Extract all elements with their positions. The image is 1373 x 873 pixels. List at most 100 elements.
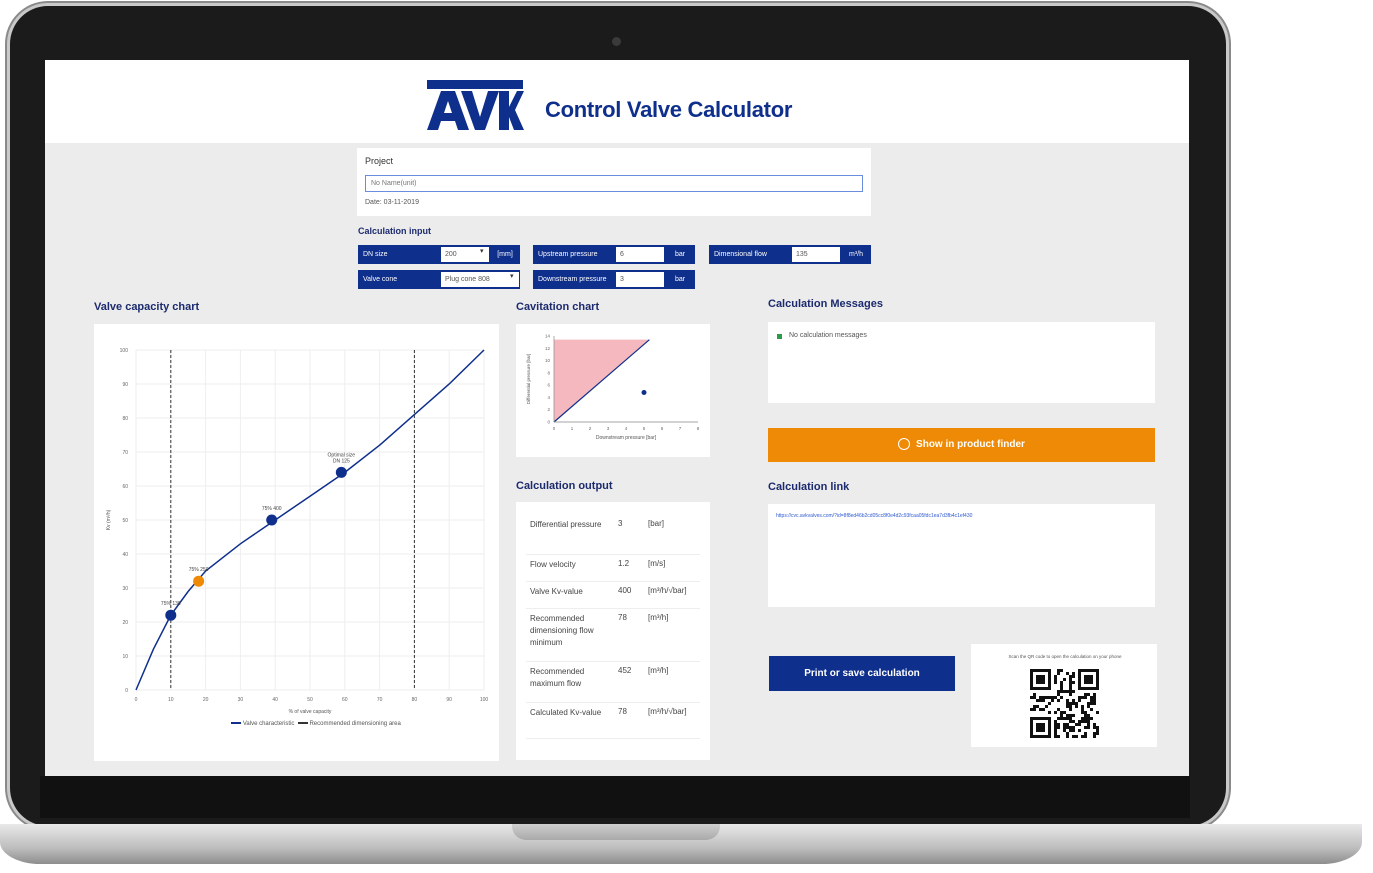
cav-chart-card: 0 1 2 3 4 5 6 7 8 0 2 4 6 8 10 12 14 Downstream pressure … bbox=[516, 324, 710, 457]
qr-module bbox=[1093, 732, 1096, 735]
qr-module bbox=[1063, 729, 1066, 732]
x-tick-label: 6 bbox=[661, 426, 664, 431]
calc-link-url[interactable]: https://cvc.avkvalves.com/?id=8f8ed46b2c… bbox=[776, 513, 1146, 519]
valve-cone-group: Valve cone Plug cone 808 ▾ bbox=[358, 270, 520, 289]
qr-module bbox=[1060, 696, 1063, 699]
qr-module bbox=[1030, 696, 1033, 699]
output-unit: [bar] bbox=[648, 519, 665, 528]
qr-module bbox=[1072, 681, 1075, 684]
qr-module bbox=[1081, 696, 1084, 699]
app-header: Control Valve Calculator bbox=[45, 60, 1189, 143]
qr-code-icon[interactable] bbox=[1030, 669, 1099, 738]
qr-module bbox=[1087, 705, 1090, 708]
qr-module bbox=[1060, 690, 1063, 693]
qr-module bbox=[1072, 720, 1075, 723]
qr-module bbox=[1090, 699, 1093, 702]
messages-card: No calculation messages bbox=[768, 322, 1155, 403]
qr-module bbox=[1039, 696, 1042, 699]
legend-dashed-icon bbox=[297, 722, 308, 725]
output-name: Differential pressure bbox=[530, 520, 602, 529]
output-value: 400 bbox=[618, 586, 632, 595]
upstream-label: Upstream pressure bbox=[533, 246, 615, 263]
laptop-notch bbox=[512, 824, 720, 840]
x-tick-label: 0 bbox=[553, 426, 556, 431]
valve-chart-legend: Valve characteristic Recommended dimensi… bbox=[196, 721, 436, 727]
qr-module bbox=[1069, 690, 1072, 693]
qr-module bbox=[1072, 729, 1075, 732]
qr-module bbox=[1093, 696, 1096, 699]
messages-title: Calculation Messages bbox=[768, 298, 883, 310]
qr-module bbox=[1093, 699, 1096, 702]
cav-chart-title: Cavitation chart bbox=[516, 301, 600, 313]
qr-module bbox=[1093, 693, 1096, 696]
operating-point bbox=[335, 466, 347, 478]
qr-module bbox=[1054, 723, 1057, 726]
print-save-button[interactable]: Print or save calculation bbox=[769, 656, 955, 691]
project-name-input[interactable]: No Name(unit) bbox=[365, 175, 863, 192]
x-tick-label: 40 bbox=[272, 697, 278, 703]
qr-module bbox=[1069, 714, 1072, 717]
chevron-down-icon: ▾ bbox=[480, 248, 484, 255]
product-finder-label: Show in product finder bbox=[916, 439, 1025, 450]
x-tick-label: 30 bbox=[238, 697, 244, 703]
downstream-input[interactable]: 3 bbox=[616, 272, 664, 287]
qr-module bbox=[1081, 717, 1084, 720]
output-name: Recommended maximum flow bbox=[530, 667, 585, 688]
flow-input[interactable]: 135 bbox=[792, 247, 840, 262]
dn-size-label: DN size bbox=[358, 246, 440, 263]
qr-module bbox=[1054, 678, 1057, 681]
qr-module bbox=[1057, 672, 1060, 675]
qr-module bbox=[1036, 705, 1039, 708]
y-axis-label: Kv (m³/h) bbox=[106, 509, 112, 530]
qr-module bbox=[1093, 723, 1096, 726]
qr-instruction: Scan the QR code to open the calculation… bbox=[1008, 654, 1122, 659]
calc-output-title: Calculation output bbox=[516, 480, 613, 492]
qr-module bbox=[1054, 732, 1057, 735]
valve-capacity-chart: 0 10 20 30 40 50 60 70 80 90 100 0 10 20 30 40 50 60 70 80 9… bbox=[106, 348, 488, 715]
qr-module bbox=[1081, 711, 1084, 714]
qr-module bbox=[1051, 699, 1054, 702]
output-value: 452 bbox=[618, 666, 632, 675]
qr-module bbox=[1072, 726, 1075, 729]
qr-module bbox=[1033, 696, 1036, 699]
qr-module bbox=[1033, 705, 1036, 708]
point-label: 75% 130 bbox=[161, 601, 181, 607]
qr-module bbox=[1069, 705, 1072, 708]
y-tick-label: 0 bbox=[125, 688, 128, 694]
output-unit: [m³/h/√bar] bbox=[648, 707, 687, 716]
qr-module bbox=[1054, 729, 1057, 732]
qr-module bbox=[1084, 714, 1087, 717]
qr-module bbox=[1048, 711, 1051, 714]
qr-module bbox=[1072, 699, 1075, 702]
message-item: No calculation messages bbox=[789, 332, 867, 339]
qr-module bbox=[1042, 699, 1045, 702]
qr-module bbox=[1087, 702, 1090, 705]
qr-module bbox=[1078, 723, 1081, 726]
qr-module bbox=[1057, 693, 1060, 696]
laptop-bezel bbox=[40, 776, 1190, 818]
qr-module bbox=[1048, 702, 1051, 705]
qr-module bbox=[1048, 696, 1051, 699]
qr-module bbox=[1060, 687, 1063, 690]
qr-module bbox=[1096, 711, 1099, 714]
y-tick-label: 8 bbox=[547, 370, 550, 375]
qr-module bbox=[1057, 708, 1060, 711]
valve-cone-select[interactable]: Plug cone 808 bbox=[441, 272, 519, 287]
qr-module bbox=[1060, 681, 1063, 684]
output-unit: [m³/h] bbox=[648, 666, 669, 675]
qr-module bbox=[1066, 735, 1069, 738]
qr-module bbox=[1057, 669, 1060, 672]
y-axis-label: Differential pressure [bar] bbox=[526, 354, 531, 404]
point-label: 75% 250 bbox=[189, 567, 209, 573]
downstream-group: Downstream pressure 3 bar bbox=[533, 270, 695, 289]
upstream-input[interactable]: 6 bbox=[616, 247, 664, 262]
qr-module bbox=[1096, 732, 1099, 735]
y-tick-label: 100 bbox=[120, 348, 129, 354]
qr-module bbox=[1096, 729, 1099, 732]
qr-module bbox=[1066, 690, 1069, 693]
output-row: Calculated Kv-value 78 [m³/h/√bar] bbox=[526, 702, 700, 739]
qr-module bbox=[1063, 678, 1066, 681]
qr-module bbox=[1090, 702, 1093, 705]
product-finder-button[interactable]: Show in product finder bbox=[768, 428, 1155, 462]
qr-module bbox=[1039, 699, 1042, 702]
